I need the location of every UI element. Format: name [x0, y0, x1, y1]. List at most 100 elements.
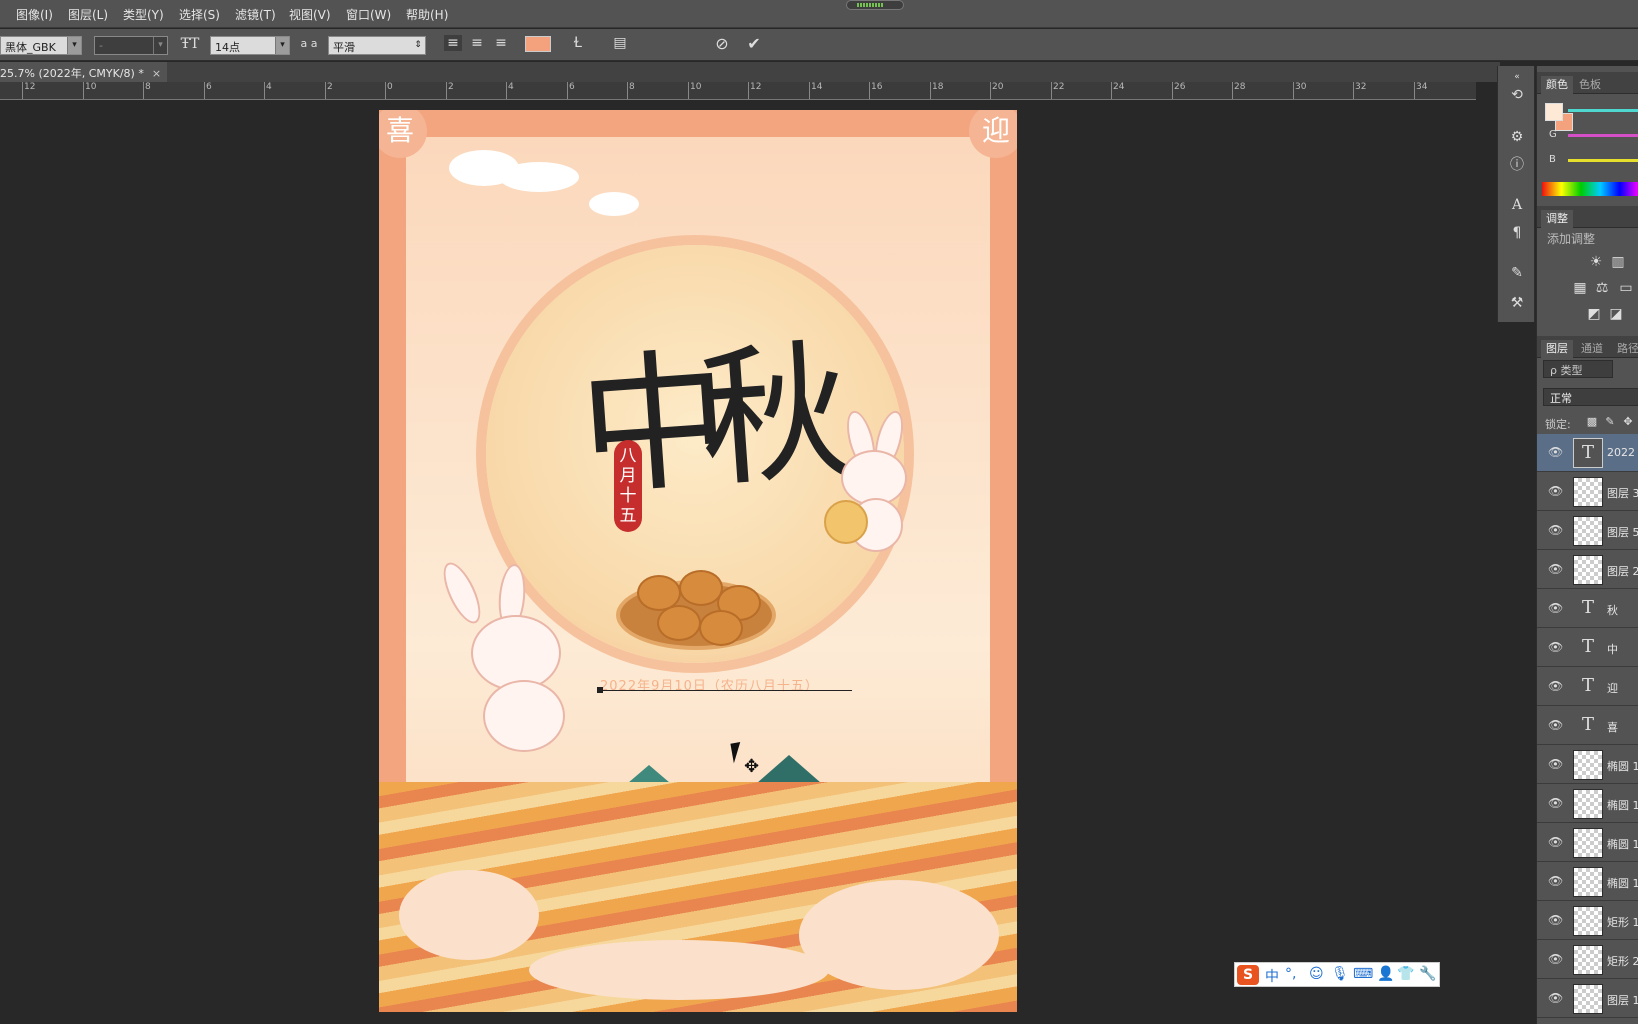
channel-label-g: G [1549, 129, 1557, 140]
layer-row[interactable]: 👁 矩形 2 [1537, 941, 1638, 979]
character-icon[interactable]: A [1508, 196, 1526, 214]
layer-row[interactable]: 👁 矩形 1 [1537, 902, 1638, 940]
tool-presets-icon[interactable]: ⚒ [1508, 294, 1526, 312]
menu-select[interactable]: 选择(S) [179, 6, 220, 23]
balance-icon[interactable]: ⚖ [1593, 280, 1611, 296]
tab-color[interactable]: 颜色 [1541, 76, 1573, 94]
eye-icon[interactable]: 👁 [1548, 835, 1563, 849]
lock-position-icon[interactable]: ✥ [1621, 415, 1635, 428]
font-size-select[interactable]: 14点 ▾ [210, 36, 290, 55]
layer-filter-select[interactable]: ρ 类型 [1543, 360, 1613, 378]
lock-transparent-icon[interactable]: ▩ [1585, 415, 1599, 428]
eye-icon[interactable]: 👁 [1548, 679, 1563, 693]
layer-row[interactable]: 👁 椭圆 1 [1537, 785, 1638, 823]
tab-adjustments[interactable]: 调整 [1541, 210, 1573, 228]
anti-alias-select[interactable]: 平滑 ⇕ [328, 36, 426, 55]
menu-image[interactable]: 图像(I) [16, 6, 53, 23]
text-cursor-handle[interactable] [597, 687, 603, 693]
slider-b[interactable] [1568, 159, 1638, 162]
commit-check-icon[interactable]: ✔ [744, 34, 764, 53]
eye-icon[interactable]: 👁 [1548, 757, 1563, 771]
layer-row[interactable]: 👁 图层 2 [1537, 551, 1638, 589]
layer-row[interactable]: 👁 T 2022 [1537, 434, 1638, 472]
eye-icon[interactable]: 👁 [1548, 952, 1563, 966]
ime-mode-toggle[interactable]: 中 [1265, 966, 1279, 986]
slider-g[interactable] [1568, 134, 1638, 137]
layer-row[interactable]: 👁 T 喜 [1537, 707, 1638, 745]
skin-icon[interactable]: 👕 [1397, 966, 1414, 982]
keyboard-icon[interactable]: ⌨ [1353, 966, 1373, 982]
character-panel-icon[interactable]: ▤ [610, 35, 630, 51]
layer-row[interactable]: 👁 T 秋 [1537, 590, 1638, 628]
eye-icon[interactable]: 👁 [1548, 991, 1563, 1005]
color-spectrum[interactable] [1542, 182, 1638, 196]
ruler-tick-label: 4 [266, 82, 272, 92]
history-icon[interactable]: ⟲ [1508, 86, 1526, 104]
text-color-swatch[interactable] [525, 36, 551, 52]
ruler-tick-label: 22 [1053, 82, 1065, 92]
close-icon[interactable]: × [152, 67, 161, 80]
eye-icon[interactable]: 👁 [1548, 874, 1563, 888]
bw-icon[interactable]: ▭ [1617, 280, 1635, 296]
eye-icon[interactable]: 👁 [1548, 562, 1563, 576]
layer-row[interactable]: 👁 椭圆 1 [1537, 863, 1638, 901]
properties-icon[interactable]: ⚙ [1508, 128, 1526, 146]
eye-icon[interactable]: 👁 [1548, 484, 1563, 498]
info-icon[interactable]: ⓘ [1508, 156, 1526, 174]
brush-presets-icon[interactable]: ✎ [1508, 264, 1526, 282]
chevron-down-icon: ▾ [275, 37, 289, 54]
tab-layers[interactable]: 图层 [1541, 340, 1573, 358]
eye-icon[interactable]: 👁 [1548, 601, 1563, 615]
tab-swatches[interactable]: 色板 [1579, 76, 1601, 92]
invert-icon[interactable]: ◩ [1585, 306, 1603, 322]
menu-layer[interactable]: 图层(L) [68, 6, 108, 23]
layer-name: 椭圆 1 [1607, 877, 1638, 890]
poster-canvas[interactable]: 喜 迎 中 秋 中秋 八月十五 2022年9月10日（农历八月十五） [379, 110, 1017, 1012]
menu-help[interactable]: 帮助(H) [406, 6, 448, 23]
eye-icon[interactable]: 👁 [1548, 913, 1563, 927]
layer-row[interactable]: 👁 椭圆 1 [1537, 746, 1638, 784]
menu-filter[interactable]: 滤镜(T) [235, 6, 276, 23]
date-text-layer[interactable]: 2022年9月10日（农历八月十五） [600, 675, 819, 694]
font-style-select[interactable]: - ▾ [94, 36, 168, 55]
layer-row[interactable]: 👁 图层 1 [1537, 980, 1638, 1018]
paragraph-icon[interactable]: ¶ [1508, 224, 1526, 242]
user-icon[interactable]: 👤 [1377, 966, 1394, 982]
menu-window[interactable]: 窗口(W) [346, 6, 391, 23]
font-family-select[interactable]: 黑体_GBK ▾ [0, 36, 82, 55]
gradient-map-icon[interactable]: ◪ [1607, 306, 1625, 322]
align-center-icon[interactable]: ≡ [468, 35, 486, 51]
warp-text-icon[interactable]: Ɫ [568, 35, 588, 51]
collapse-icon[interactable]: « [1508, 68, 1526, 86]
eye-icon[interactable]: 👁 [1548, 445, 1563, 459]
layer-row[interactable]: 👁 图层 3 [1537, 473, 1638, 511]
sogou-logo-icon[interactable]: S [1237, 965, 1259, 985]
layer-row[interactable]: 👁 T 中 [1537, 629, 1638, 667]
tab-paths[interactable]: 路径 [1617, 340, 1638, 356]
foreground-color[interactable] [1545, 103, 1563, 121]
blend-mode-select[interactable]: 正常 [1543, 388, 1638, 406]
emoji-icon[interactable]: ☺ [1309, 966, 1324, 982]
levels-icon[interactable]: ▥ [1607, 254, 1629, 270]
tools-icon[interactable]: 🔧 [1419, 966, 1436, 982]
layer-row[interactable]: 👁 T 迎 [1537, 668, 1638, 706]
slider-r[interactable] [1568, 109, 1638, 112]
eye-icon[interactable]: 👁 [1548, 640, 1563, 654]
cancel-icon[interactable]: ⊘ [712, 34, 732, 53]
document-tab[interactable]: 25.7% (2022年, CMYK/8) * × [0, 62, 168, 82]
mic-icon[interactable]: 🎙 [1331, 966, 1349, 982]
menu-view[interactable]: 视图(V) [289, 6, 331, 23]
menu-type[interactable]: 类型(Y) [123, 6, 164, 23]
lock-pixels-icon[interactable]: ✎ [1603, 415, 1617, 428]
layer-row[interactable]: 👁 图层 5 [1537, 512, 1638, 550]
exposure-icon[interactable]: ▦ [1571, 280, 1589, 296]
eye-icon[interactable]: 👁 [1548, 718, 1563, 732]
tab-channels[interactable]: 通道 [1581, 340, 1603, 356]
brightness-icon[interactable]: ☀ [1587, 254, 1605, 270]
align-right-icon[interactable]: ≡ [492, 35, 510, 51]
align-left-icon[interactable]: ≡ [444, 35, 462, 51]
eye-icon[interactable]: 👁 [1548, 796, 1563, 810]
eye-icon[interactable]: 👁 [1548, 523, 1563, 537]
ime-punct-toggle[interactable]: °, [1285, 966, 1296, 982]
layer-row[interactable]: 👁 椭圆 1 [1537, 824, 1638, 862]
